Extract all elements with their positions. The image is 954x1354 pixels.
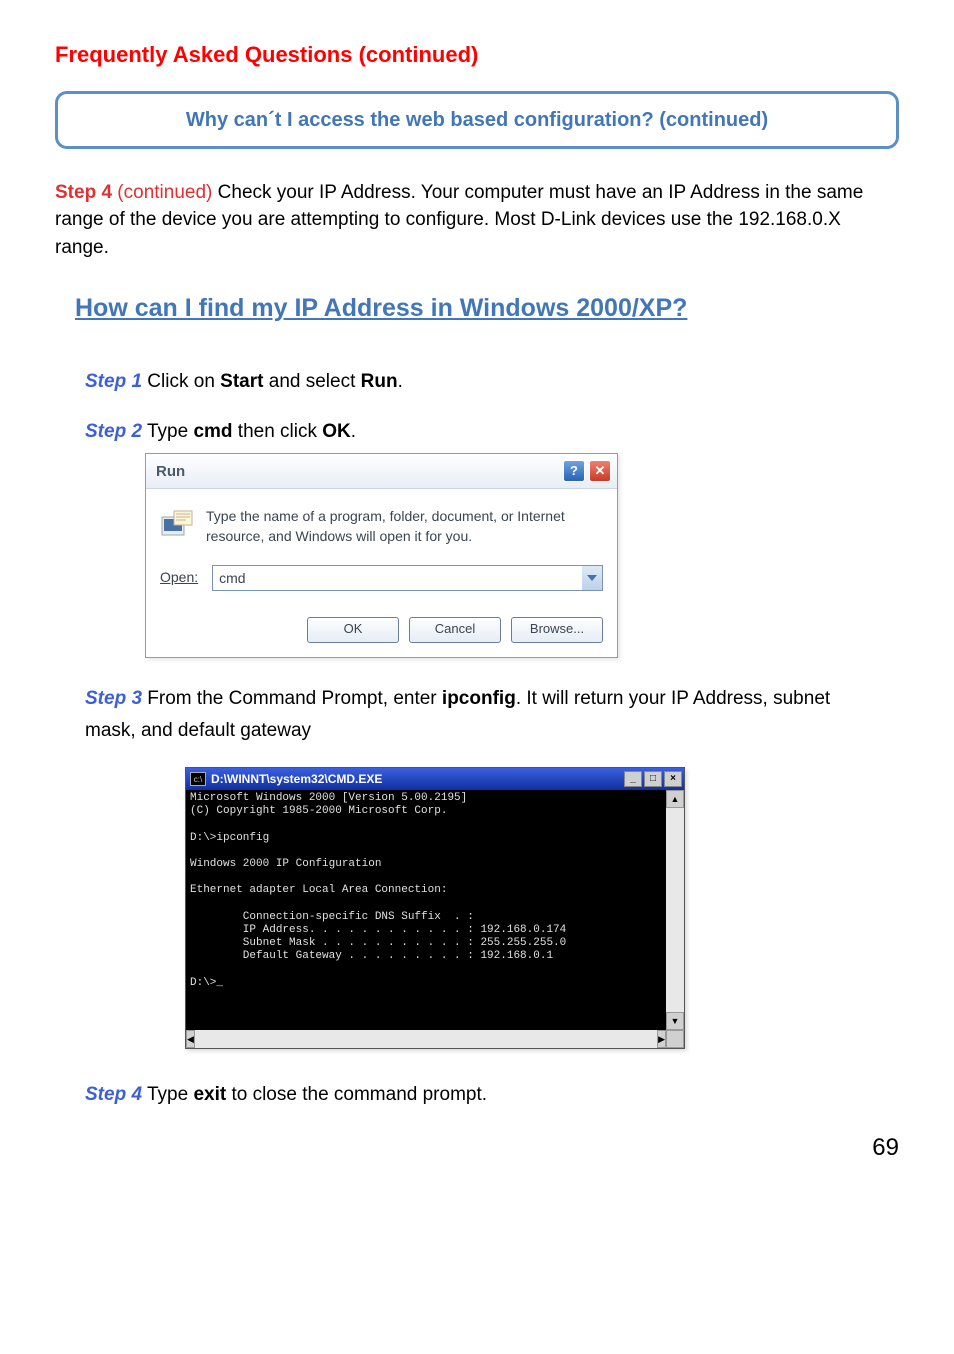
run-desc-row: Type the name of a program, folder, docu… — [160, 507, 603, 546]
step2-bold1: cmd — [193, 421, 232, 442]
run-icon — [160, 509, 194, 539]
page-title: Frequently Asked Questions (continued) — [55, 40, 899, 71]
step1-label: Step 1 — [85, 371, 142, 392]
vertical-scrollbar[interactable]: ▲ ▼ — [666, 790, 684, 1030]
open-label: Open: — [160, 568, 198, 588]
cancel-button[interactable]: Cancel — [409, 617, 501, 643]
step2-mid: then click — [233, 421, 323, 442]
step4b-bold1: exit — [193, 1084, 226, 1105]
cmd-title: D:\WINNT\system32\CMD.EXE — [211, 771, 624, 788]
ok-button[interactable]: OK — [307, 617, 399, 643]
horizontal-scrollbar[interactable]: ◀ ▶ — [186, 1030, 684, 1048]
step1-bold2: Run — [361, 371, 398, 392]
open-input[interactable] — [213, 566, 582, 590]
faq-question-link[interactable]: How can I find my IP Address in Windows … — [75, 291, 879, 326]
run-buttons: OK Cancel Browse... — [160, 613, 603, 643]
resize-grip[interactable] — [666, 1030, 684, 1048]
scroll-right-icon[interactable]: ▶ — [657, 1030, 666, 1048]
step1-mid: and select — [263, 371, 360, 392]
step4b-label: Step 4 — [85, 1084, 142, 1105]
cmd-body-wrap: Microsoft Windows 2000 [Version 5.00.219… — [186, 790, 684, 1030]
titlebar-buttons: ? ✕ — [563, 460, 611, 482]
step2-pre: Type — [142, 421, 193, 442]
open-row: Open: — [160, 565, 603, 591]
run-body: Type the name of a program, folder, docu… — [146, 489, 617, 656]
step3-pre: From the Command Prompt, enter — [142, 688, 442, 709]
intro-paragraph: Step 4 (continued) Check your IP Address… — [55, 179, 899, 262]
cmd-titlebar-buttons: _ □ × — [624, 771, 682, 787]
hscroll-track[interactable] — [195, 1030, 657, 1048]
step2-bold2: OK — [322, 421, 351, 442]
maximize-button[interactable]: □ — [644, 771, 662, 787]
step4b-post: to close the command prompt. — [226, 1084, 487, 1105]
run-dialog: Run ? ✕ Type the name of a program, fold… — [145, 453, 618, 657]
step2-post: . — [351, 421, 356, 442]
step2-line: Step 2 Type cmd then click OK. — [85, 419, 869, 446]
step1-bold1: Start — [220, 371, 263, 392]
close-button[interactable]: ✕ — [589, 460, 611, 482]
page-number: 69 — [55, 1131, 899, 1165]
browse-button[interactable]: Browse... — [511, 617, 603, 643]
step1-line: Step 1 Click on Start and select Run. — [85, 366, 869, 398]
scroll-down-icon[interactable]: ▼ — [666, 1012, 684, 1030]
open-combobox[interactable] — [212, 565, 603, 591]
continued-label: (continued) — [112, 182, 212, 203]
chevron-down-icon[interactable] — [582, 566, 602, 590]
run-titlebar: Run ? ✕ — [146, 454, 617, 489]
minimize-button[interactable]: _ — [624, 771, 642, 787]
close-button[interactable]: × — [664, 771, 682, 787]
step1-post: . — [398, 371, 403, 392]
step3-line: Step 3 From the Command Prompt, enter ip… — [85, 683, 869, 748]
scroll-left-icon[interactable]: ◀ — [186, 1030, 195, 1048]
step2-label: Step 2 — [85, 421, 142, 442]
cmd-output: Microsoft Windows 2000 [Version 5.00.219… — [186, 790, 666, 1030]
cmd-window: c:\ D:\WINNT\system32\CMD.EXE _ □ × Micr… — [185, 767, 685, 1049]
cmd-icon: c:\ — [190, 772, 206, 786]
step4b-line: Step 4 Type exit to close the command pr… — [85, 1079, 869, 1111]
step4-label: Step 4 — [55, 182, 112, 203]
step3-label: Step 3 — [85, 688, 142, 709]
scroll-up-icon[interactable]: ▲ — [666, 790, 684, 808]
help-button[interactable]: ? — [563, 460, 585, 482]
run-description: Type the name of a program, folder, docu… — [206, 507, 603, 546]
callout-box: Why can´t I access the web based configu… — [55, 91, 899, 149]
callout-text: Why can´t I access the web based configu… — [88, 106, 866, 134]
scroll-track[interactable] — [666, 808, 684, 1012]
cmd-titlebar: c:\ D:\WINNT\system32\CMD.EXE _ □ × — [186, 768, 684, 790]
run-title: Run — [156, 461, 185, 482]
step1-pre: Click on — [142, 371, 220, 392]
step3-bold1: ipconfig — [442, 688, 516, 709]
step4b-pre: Type — [142, 1084, 193, 1105]
